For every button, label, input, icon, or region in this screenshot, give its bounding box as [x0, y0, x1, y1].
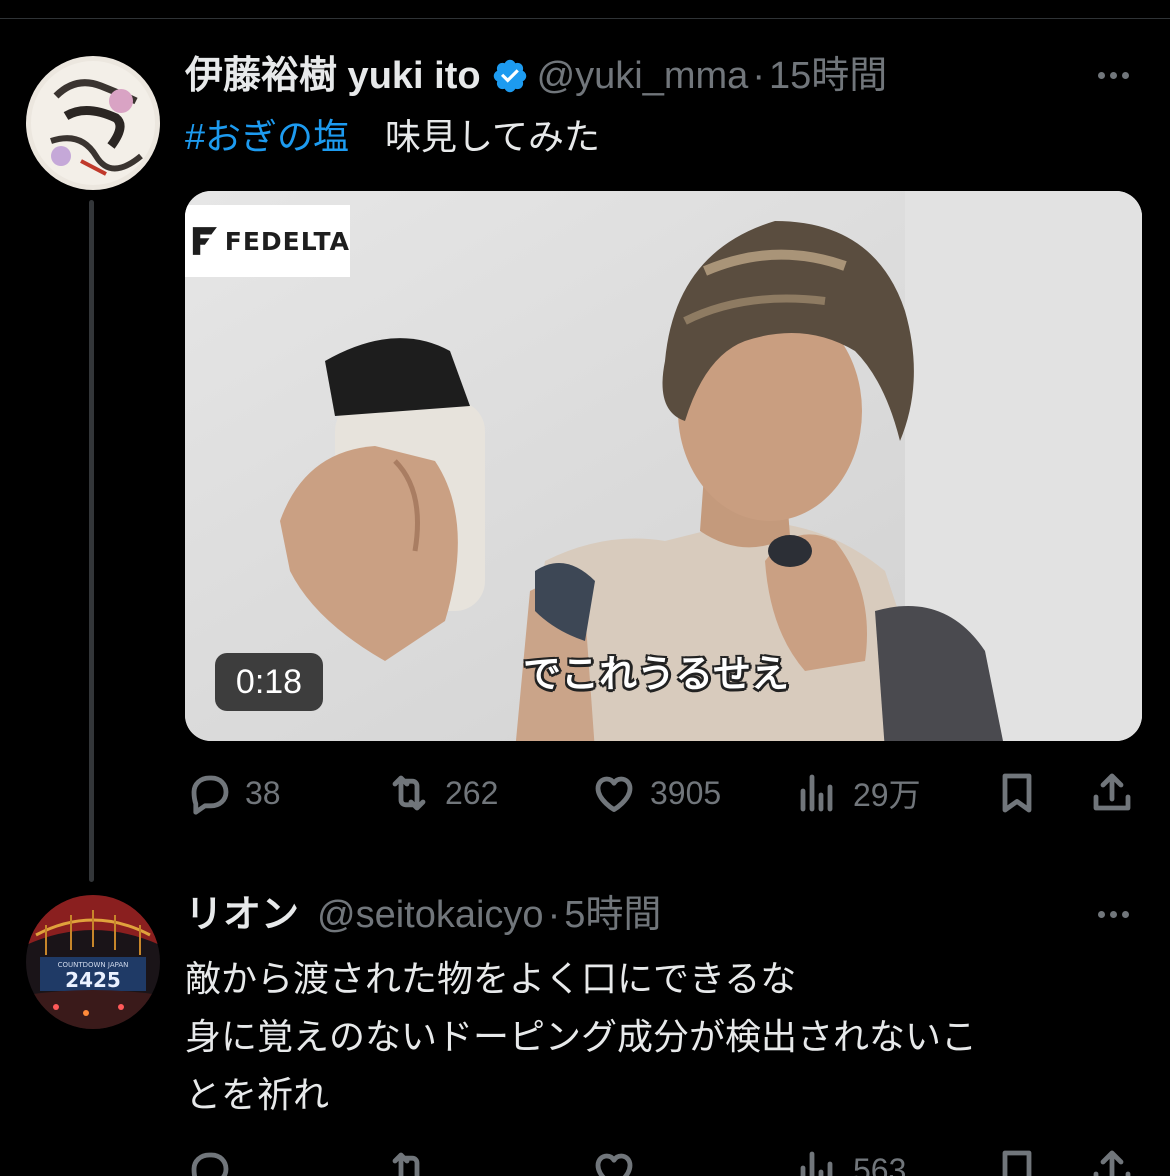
- video-caption: でこれうるせえ: [523, 654, 790, 696]
- fedelta-logo-icon: [192, 227, 217, 255]
- display-name[interactable]: リオン: [185, 892, 299, 938]
- handle[interactable]: @seitokaicyo: [317, 892, 544, 938]
- verified-badge-icon: [491, 57, 529, 95]
- bookmark-icon: [1002, 1150, 1032, 1176]
- views-count: 563: [853, 1151, 907, 1176]
- video-duration: 0:18: [215, 653, 323, 711]
- separator: ·: [752, 55, 765, 97]
- reply-header: リオン @seitokaicyo · 5時間: [185, 892, 661, 938]
- heart-icon: [595, 1153, 633, 1176]
- fedelta-logo-text: FEDELTA: [224, 226, 350, 256]
- tweet-header: 伊藤裕樹 yuki ito @yuki_mma · 15時間: [185, 53, 887, 99]
- reply-text-line: 敵から渡された物をよく口にできるな: [185, 958, 797, 999]
- timeline: 伊藤裕樹 yuki ito @yuki_mma · 15時間 #おぎの塩 味見し…: [0, 0, 1170, 1176]
- reply-button[interactable]: 38: [185, 763, 281, 823]
- reply-icon: [191, 775, 229, 815]
- reply-text-line: 身に覚えのないドーピング成分が検出されないこ: [185, 1016, 978, 1057]
- share-icon: [1093, 773, 1131, 811]
- views-count: 29万: [853, 777, 921, 813]
- views-button[interactable]: 563: [793, 1140, 906, 1176]
- reply-icon: [191, 1152, 229, 1176]
- retweet-count: 262: [445, 774, 499, 811]
- retweet-button[interactable]: [385, 1140, 433, 1176]
- share-icon: [1093, 1150, 1131, 1176]
- retweet-icon: [392, 1152, 420, 1176]
- reply-button[interactable]: [185, 1140, 233, 1176]
- separator: ·: [547, 894, 561, 936]
- thread-line: [89, 200, 94, 882]
- fedelta-logo: FEDELTA: [185, 205, 350, 277]
- bookmark-icon: [1002, 773, 1032, 813]
- tweet-text: #おぎの塩 味見してみた: [185, 112, 600, 162]
- views-icon: [800, 774, 833, 812]
- views-icon: [800, 1151, 833, 1176]
- timestamp[interactable]: 15時間: [769, 53, 887, 99]
- avatar-image: [26, 56, 160, 190]
- display-name[interactable]: 伊藤裕樹 yuki ito: [185, 53, 481, 99]
- like-button[interactable]: [590, 1140, 638, 1176]
- avatar[interactable]: [26, 56, 160, 190]
- share-button[interactable]: [1088, 1140, 1136, 1176]
- handle[interactable]: @yuki_mma: [537, 53, 749, 99]
- avatar[interactable]: COUNTDOWN JAPAN 2425: [26, 895, 160, 1029]
- video-player[interactable]: FEDELTA でこれうるせえ 0:18: [185, 191, 1142, 741]
- more-icon[interactable]: [1098, 72, 1129, 79]
- divider: [0, 18, 1170, 19]
- reply-text-line: とを祈れ: [185, 1074, 330, 1115]
- bookmark-button[interactable]: [993, 1140, 1041, 1176]
- reply-count: 38: [245, 774, 281, 811]
- svg-text:2425: 2425: [65, 968, 121, 992]
- reply-text: 敵から渡された物をよく口にできるな 身に覚えのないドーピング成分が検出されないこ…: [185, 950, 977, 1124]
- retweet-button[interactable]: 262: [385, 763, 498, 823]
- more-icon[interactable]: [1098, 911, 1129, 918]
- like-button[interactable]: 3905: [590, 763, 721, 823]
- timestamp[interactable]: 5時間: [564, 892, 661, 938]
- like-count: 3905: [650, 774, 722, 811]
- hashtag-link[interactable]: #おぎの塩: [185, 116, 349, 157]
- views-button[interactable]: 29万: [793, 763, 921, 823]
- heart-icon: [595, 776, 633, 812]
- tweet-actions: 38 262 3905 29万: [185, 763, 1140, 823]
- bookmark-button[interactable]: [993, 763, 1041, 823]
- reply-actions: 563: [185, 1140, 1140, 1176]
- avatar-image: COUNTDOWN JAPAN 2425: [26, 895, 160, 1029]
- share-button[interactable]: [1088, 763, 1136, 823]
- tweet-text-body: 味見してみた: [349, 116, 600, 157]
- retweet-icon: [392, 775, 426, 811]
